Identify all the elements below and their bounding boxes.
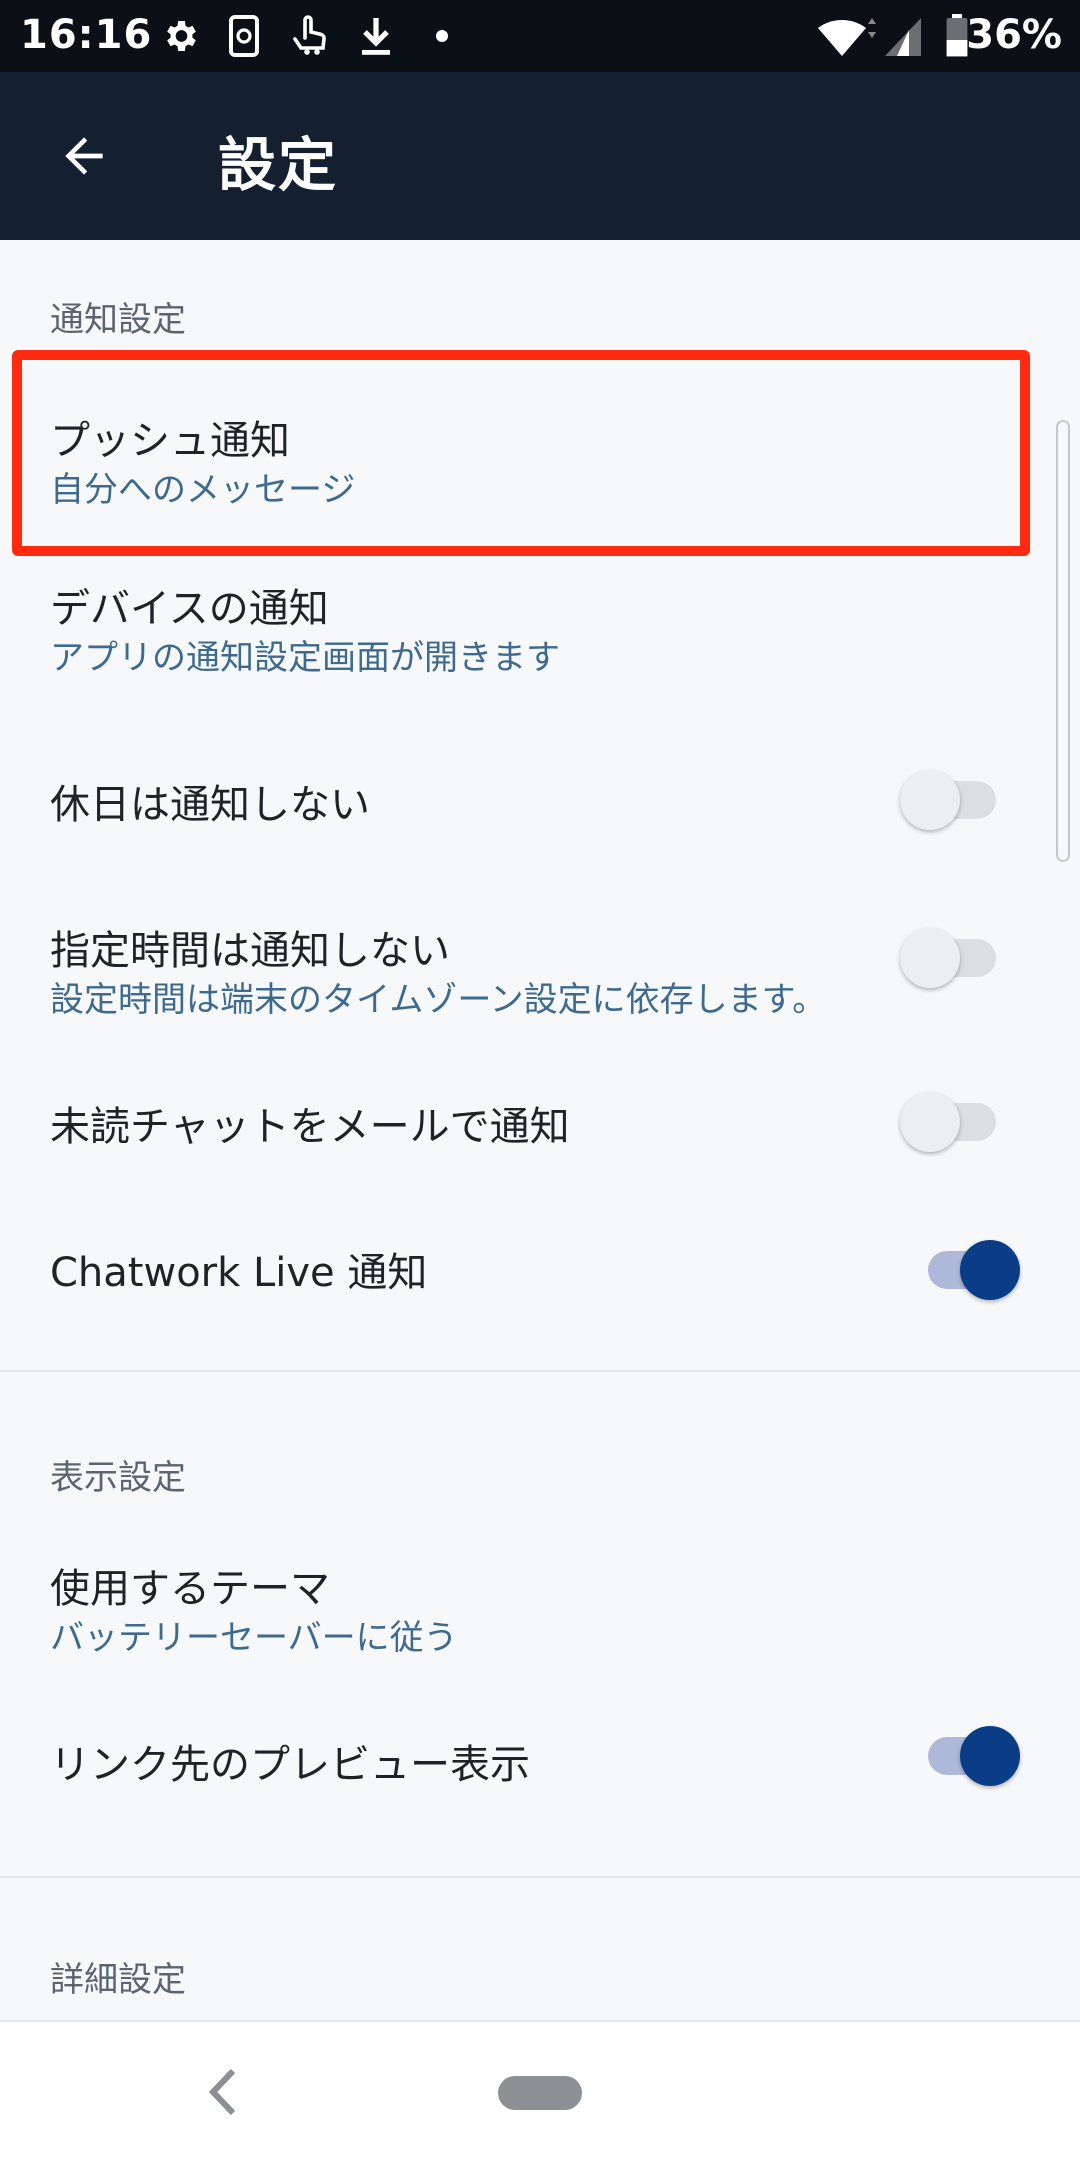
unread-mail-notification-title: 未読チャットをメールで通知 xyxy=(50,1104,570,1150)
back-button[interactable] xyxy=(44,116,124,196)
status-bar: 16:16 36% xyxy=(0,0,1080,72)
unread-mail-notification-item[interactable]: 未読チャットをメールで通知 xyxy=(0,1050,1080,1200)
holiday-notification-title: 休日は通知しない xyxy=(50,782,370,828)
chevron-left-icon xyxy=(208,2068,236,2116)
status-time: 16:16 xyxy=(20,12,153,58)
holiday-notification-item[interactable]: 休日は通知しない xyxy=(0,722,1080,882)
settings-list[interactable]: 通知設定 プッシュ通知 自分へのメッセージ デバイスの通知 アプリの通知設定画面… xyxy=(0,240,1080,2020)
toggle-thumb xyxy=(900,928,960,988)
toggle-thumb xyxy=(960,1726,1020,1786)
section-header-display: 表示設定 xyxy=(50,1458,186,1498)
theme-subtitle: バッテリーセーバーに従う xyxy=(50,1618,458,1658)
chatwork-live-notification-item[interactable]: Chatwork Live 通知 xyxy=(0,1200,1080,1350)
page-title: 設定 xyxy=(218,131,339,199)
toggle-thumb xyxy=(900,770,960,830)
download-icon xyxy=(354,12,398,60)
scrollbar[interactable] xyxy=(1056,420,1070,862)
device-notification-item[interactable]: デバイスの通知 アプリの通知設定画面が開きます xyxy=(0,556,1080,722)
toggle-thumb xyxy=(900,1092,960,1152)
settings-screen: 16:16 36% 設定 通知設定 プッシュ通知 自分へのメッセージ デバイスの… xyxy=(0,0,1080,2160)
arrow-left-icon xyxy=(65,137,103,175)
app-notification-icon xyxy=(224,12,264,60)
chatwork-live-notification-title: Chatwork Live 通知 xyxy=(50,1250,428,1296)
battery-percent: 36% xyxy=(966,12,1062,58)
section-header-advanced: 詳細設定 xyxy=(50,1960,186,2000)
highlight-box xyxy=(12,350,1030,556)
section-header-notification: 通知設定 xyxy=(50,300,186,340)
gear-icon xyxy=(156,12,204,60)
home-pill-icon[interactable] xyxy=(498,2076,582,2110)
link-preview-item[interactable]: リンク先のプレビュー表示 xyxy=(0,1690,1080,1850)
unread-mail-toggle[interactable] xyxy=(900,1086,1010,1158)
signal-icon xyxy=(884,12,924,60)
app-bar: 設定 xyxy=(0,72,1080,240)
toggle-thumb xyxy=(960,1240,1020,1300)
scheduled-notification-title: 指定時間は通知しない xyxy=(50,928,450,974)
link-preview-title: リンク先のプレビュー表示 xyxy=(50,1742,530,1788)
device-notification-title: デバイスの通知 xyxy=(50,586,329,632)
system-nav-bar xyxy=(0,2020,1080,2160)
nav-back-button[interactable] xyxy=(196,2062,248,2122)
scheduled-toggle[interactable] xyxy=(900,922,1010,994)
wifi-icon xyxy=(814,12,878,60)
theme-title: 使用するテーマ xyxy=(50,1566,330,1612)
device-notification-subtitle: アプリの通知設定画面が開きます xyxy=(50,638,560,678)
holiday-toggle[interactable] xyxy=(900,764,1010,836)
section-divider xyxy=(0,1876,1080,1878)
link-preview-toggle[interactable] xyxy=(914,1720,1024,1792)
scheduled-notification-subtitle: 設定時間は端末のタイムゾーン設定に依存します。 xyxy=(50,980,827,1020)
section-divider xyxy=(0,1370,1080,1372)
touch-icon xyxy=(286,12,336,60)
theme-item[interactable]: 使用するテーマ バッテリーセーバーに従う xyxy=(0,1510,1080,1690)
chatwork-live-toggle[interactable] xyxy=(914,1234,1024,1306)
dot-icon xyxy=(430,12,454,60)
scheduled-notification-item[interactable]: 指定時間は通知しない 設定時間は端末のタイムゾーン設定に依存します。 xyxy=(0,882,1080,1050)
